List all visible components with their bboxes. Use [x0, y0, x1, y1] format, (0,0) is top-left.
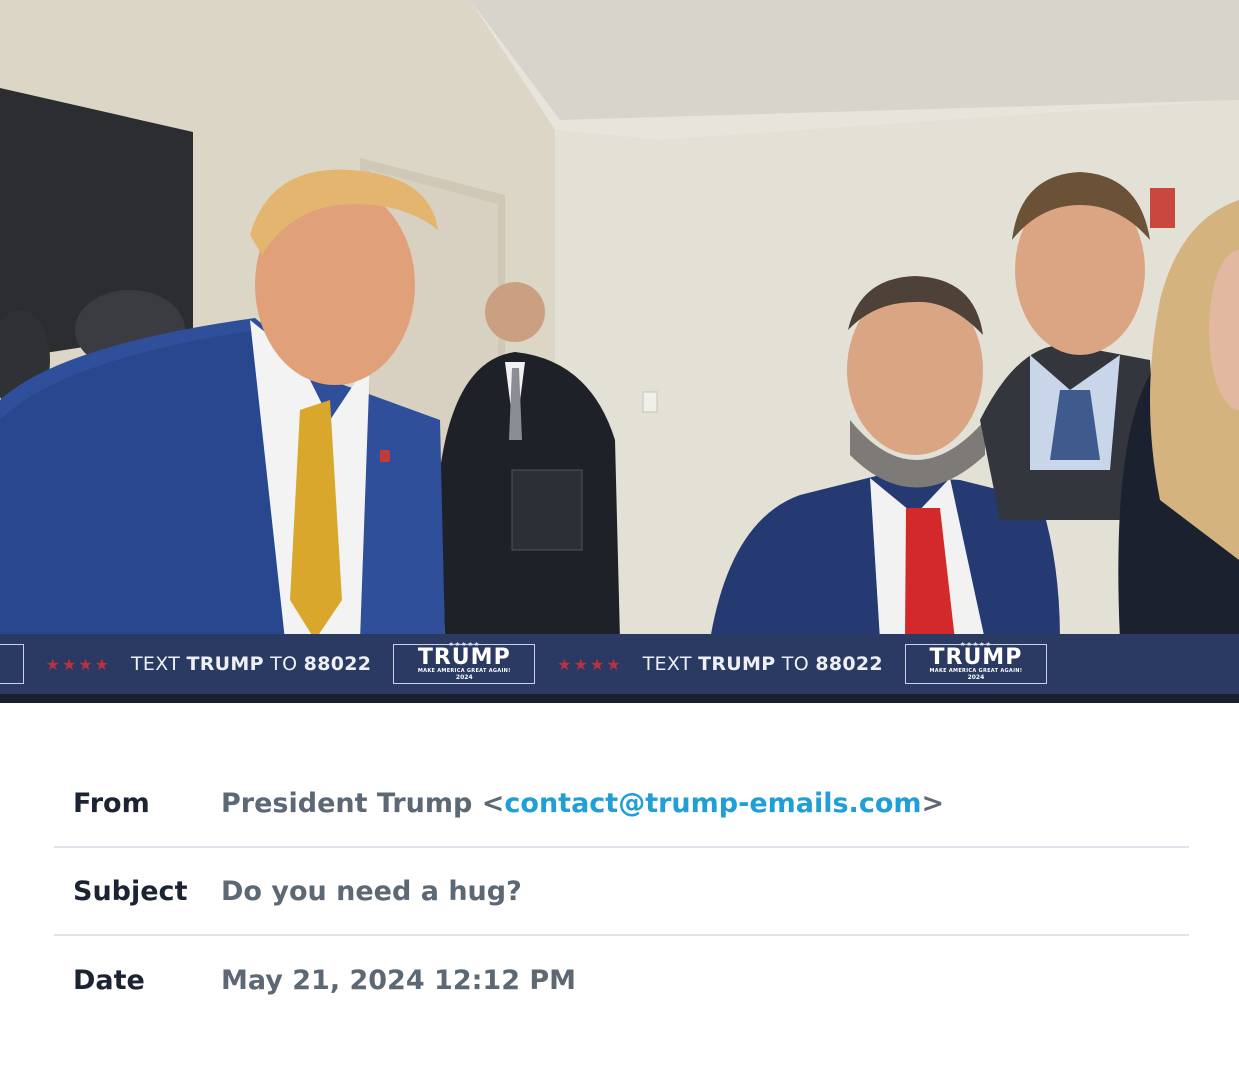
banner-unit: ★★★★ TEXT TRUMP TO 88022 ★★★★★ TRUMP MAK…: [0, 634, 46, 694]
banner-cta-text: TEXT TRUMP TO 88022: [131, 653, 372, 675]
star-row: ★★★★: [45, 654, 112, 674]
sender-email-link[interactable]: contact@trump-emails.com: [504, 788, 921, 819]
email-header: From President Trump <contact@trump-emai…: [54, 760, 1189, 1024]
trump-logo: ★★★★★ TRUMP MAKE AMERICA GREAT AGAIN! 20…: [0, 644, 24, 684]
trump-logo: ★★★★★ TRUMP MAKE AMERICA GREAT AGAIN! 20…: [904, 642, 1047, 684]
date-value: May 21, 2024 12:12 PM: [221, 964, 577, 996]
date-label: Date: [73, 964, 145, 996]
trump-logo: ★★★★★ TRUMP MAKE AMERICA GREAT AGAIN! 20…: [393, 642, 536, 684]
video-still-photo: ★★★★ TEXT TRUMP TO 88022 ★★★★★ TRUMP MAK…: [0, 0, 1239, 703]
photo-illustration: [0, 0, 1239, 703]
from-row: From President Trump <contact@trump-emai…: [54, 760, 1189, 848]
banner-track: ★★★★ TEXT TRUMP TO 88022 ★★★★★ TRUMP MAK…: [0, 634, 1069, 694]
subject-value: Do you need a hug?: [221, 875, 522, 907]
date-row: Date May 21, 2024 12:12 PM: [54, 936, 1189, 1024]
campaign-banner: ★★★★ TEXT TRUMP TO 88022 ★★★★★ TRUMP MAK…: [0, 634, 1239, 694]
subject-row: Subject Do you need a hug?: [54, 848, 1189, 936]
banner-unit: ★★★★ TEXT TRUMP TO 88022 ★★★★★ TRUMP MAK…: [46, 634, 558, 694]
from-label: From: [73, 787, 150, 819]
from-value: President Trump <contact@trump-emails.co…: [221, 787, 945, 819]
banner-cta-text: TEXT TRUMP TO 88022: [642, 653, 883, 675]
banner-unit: ★★★★ TEXT TRUMP TO 88022 ★★★★★ TRUMP MAK…: [557, 634, 1069, 694]
star-row: ★★★★: [557, 654, 623, 674]
subject-label: Subject: [73, 875, 188, 907]
